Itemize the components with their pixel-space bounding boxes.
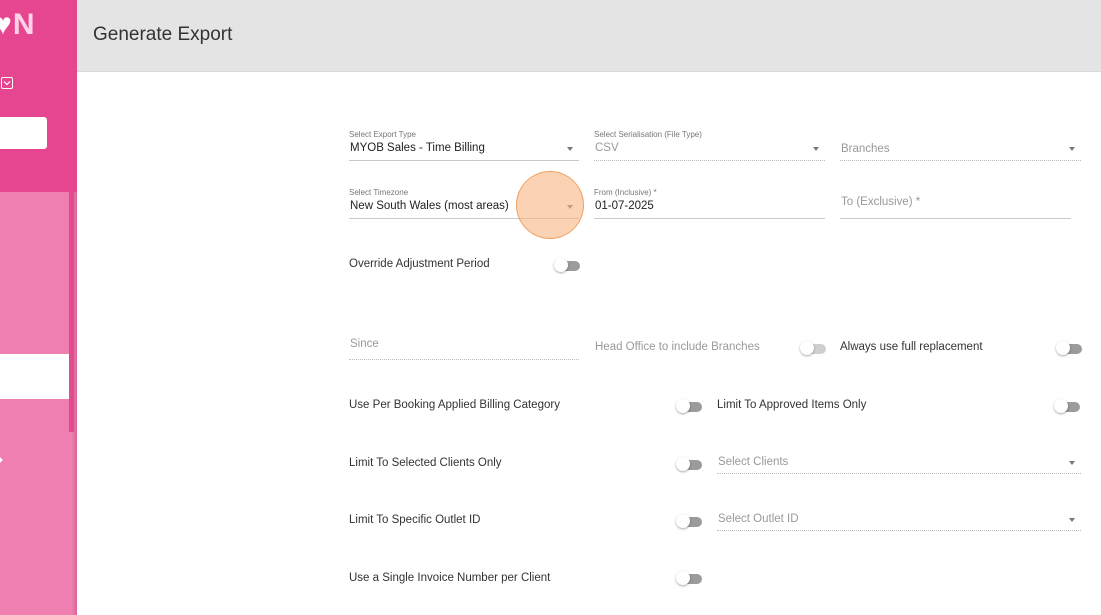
export-type-label: Select Export Type	[349, 130, 416, 139]
sidebar-search-input[interactable]	[0, 117, 47, 149]
heart-logo-icon: ♥	[0, 8, 13, 41]
to-date-placeholder: To (Exclusive) *	[841, 196, 921, 208]
toggle-knob	[676, 571, 690, 585]
toggle-knob	[1056, 341, 1070, 355]
select-outlet-placeholder: Select Outlet ID	[718, 513, 799, 525]
field-underline	[717, 473, 1081, 474]
page-header: Generate Export	[77, 0, 1101, 72]
chevron-down-icon	[567, 147, 573, 151]
single-invoice-toggle[interactable]	[676, 571, 704, 585]
chevron-down-icon	[1069, 518, 1075, 522]
specific-outlet-label: Limit To Specific Outlet ID	[349, 514, 481, 526]
chevron-down-icon	[1069, 461, 1075, 465]
selected-clients-toggle[interactable]	[676, 457, 704, 471]
from-date-label: From (Inclusive) *	[594, 188, 657, 197]
select-clients-dropdown[interactable]: Select Clients	[717, 450, 1081, 474]
select-clients-placeholder: Select Clients	[718, 456, 789, 468]
approved-items-toggle[interactable]	[1054, 399, 1082, 413]
sidebar-header: ♥N	[0, 0, 77, 192]
selected-clients-label: Limit To Selected Clients Only	[349, 457, 502, 469]
timezone-label: Select Timezone	[349, 188, 409, 197]
serialisation-value: CSV	[595, 142, 619, 154]
serialisation-label: Select Serialisation (File Type)	[594, 130, 702, 139]
field-underline	[840, 160, 1081, 161]
select-outlet-dropdown[interactable]: Select Outlet ID	[717, 507, 1081, 531]
field-underline	[349, 160, 579, 161]
branches-select[interactable]: Branches	[840, 130, 1081, 161]
timezone-value: New South Wales (most areas)	[350, 200, 509, 212]
from-date-value: 01-07-2025	[595, 200, 654, 212]
since-field[interactable]: Since	[349, 330, 579, 360]
serialisation-select[interactable]: Select Serialisation (File Type) CSV	[594, 130, 825, 161]
billing-category-toggle[interactable]	[676, 399, 704, 413]
export-type-select[interactable]: Select Export Type MYOB Sales - Time Bil…	[349, 130, 579, 161]
override-adjustment-toggle[interactable]	[554, 258, 582, 272]
head-office-label: Head Office to include Branches	[595, 341, 760, 353]
full-replacement-label: Always use full replacement	[840, 341, 983, 353]
logo-text: N	[12, 8, 36, 41]
chevron-down-icon	[813, 147, 819, 151]
billing-category-label: Use Per Booking Applied Billing Category	[349, 399, 560, 411]
field-underline	[594, 160, 825, 161]
single-invoice-label: Use a Single Invoice Number per Client	[349, 572, 551, 584]
logo[interactable]: ♥N	[0, 8, 35, 42]
field-underline	[594, 218, 825, 219]
toggle-knob	[676, 457, 690, 471]
chevron-down-icon[interactable]	[1, 77, 13, 89]
toggle-knob	[676, 514, 690, 528]
specific-outlet-toggle[interactable]	[676, 514, 704, 528]
sidebar-scrollbar[interactable]	[69, 192, 74, 432]
click-highlight	[516, 171, 584, 239]
field-underline	[349, 359, 579, 360]
sidebar-item-marker-icon	[0, 457, 3, 463]
sidebar-item-active[interactable]	[0, 354, 69, 399]
toggle-knob	[800, 341, 814, 355]
since-placeholder: Since	[350, 338, 379, 350]
chevron-down-icon	[1069, 147, 1075, 151]
page-title: Generate Export	[93, 24, 233, 45]
head-office-toggle[interactable]	[800, 341, 828, 355]
to-date-field[interactable]: To (Exclusive) *	[840, 188, 1071, 219]
full-replacement-toggle[interactable]	[1056, 341, 1084, 355]
toggle-knob	[1054, 399, 1068, 413]
from-date-field[interactable]: From (Inclusive) * 01-07-2025	[594, 188, 825, 219]
override-adjustment-label: Override Adjustment Period	[349, 258, 490, 270]
export-type-value: MYOB Sales - Time Billing	[350, 142, 485, 154]
sidebar: ♥N	[0, 0, 77, 615]
approved-items-label: Limit To Approved Items Only	[717, 399, 867, 411]
toggle-knob	[676, 399, 690, 413]
toggle-knob	[554, 258, 568, 272]
field-underline	[717, 530, 1081, 531]
field-underline	[840, 218, 1071, 219]
branches-placeholder: Branches	[841, 143, 890, 155]
